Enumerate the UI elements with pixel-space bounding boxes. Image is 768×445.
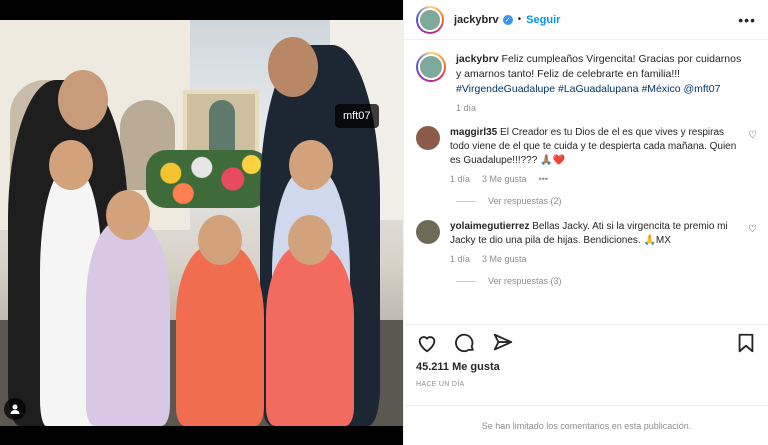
person-child xyxy=(266,215,354,426)
view-replies-label: Ver respuestas (3) xyxy=(488,276,562,286)
caption-time: 1 día xyxy=(456,103,477,113)
comment-time: 1 día xyxy=(450,174,471,184)
comments-limited-notice: Se han limitado los comentarios en esta … xyxy=(404,405,768,445)
heart-icon[interactable] xyxy=(416,332,438,354)
comment-avatar[interactable] xyxy=(416,126,440,150)
view-replies-button[interactable]: Ver respuestas (2) xyxy=(456,196,757,206)
likes-count[interactable]: 45.211 Me gusta xyxy=(416,361,500,373)
like-comment-icon[interactable]: ♡ xyxy=(748,224,757,235)
caption: jackybrv Feliz cumpleaños Virgencita! Gr… xyxy=(416,52,757,116)
author-username[interactable]: jackybrv xyxy=(454,14,499,26)
caption-hashtags[interactable]: #VirgendeGuadalupe #LaGuadalupana #Méxic… xyxy=(456,83,720,95)
verified-badge-icon: ✓ xyxy=(502,14,513,25)
comments-list[interactable]: jackybrv Feliz cumpleaños Virgencita! Gr… xyxy=(404,40,768,316)
post-side-panel: jackybrv ✓ • Seguir ••• jackybrv Feliz c… xyxy=(403,0,768,445)
comment-more-icon[interactable]: ••• xyxy=(539,172,548,186)
comment-item: yolaimegutierrez Bellas Jacky. Ati si la… xyxy=(416,220,757,266)
post-photo[interactable]: mft07 xyxy=(0,20,403,426)
user-icon xyxy=(10,404,20,414)
view-replies-button[interactable]: Ver respuestas (3) xyxy=(456,276,757,286)
more-options-icon[interactable]: ••• xyxy=(738,12,756,28)
photo-user-tag[interactable]: mft07 xyxy=(335,104,379,128)
separator-dot: • xyxy=(517,14,522,25)
view-replies-label: Ver respuestas (2) xyxy=(488,196,562,206)
follow-button[interactable]: Seguir xyxy=(526,14,560,26)
caption-avatar[interactable] xyxy=(416,52,446,82)
share-icon[interactable] xyxy=(492,332,514,354)
comment-likes[interactable]: 3 Me gusta xyxy=(482,172,527,186)
comment-likes[interactable]: 3 Me gusta xyxy=(482,252,527,266)
caption-text: Feliz cumpleaños Virgencita! Gracias por… xyxy=(456,53,742,80)
comment-username[interactable]: yolaimegutierrez xyxy=(450,221,529,232)
person-child xyxy=(176,215,264,426)
post-header: jackybrv ✓ • Seguir ••• xyxy=(404,0,768,40)
comment-avatar[interactable] xyxy=(416,220,440,244)
comment-time: 1 día xyxy=(450,254,471,264)
author-avatar[interactable] xyxy=(416,5,444,34)
comment-username[interactable]: maggirl35 xyxy=(450,127,497,138)
post-media: mft07 xyxy=(0,0,403,445)
caption-username[interactable]: jackybrv xyxy=(456,53,499,65)
post-timestamp: HACE UN DÍA xyxy=(416,381,465,388)
flower-arrangement xyxy=(146,150,270,208)
post-actions xyxy=(404,324,768,360)
comment-item: maggirl35 El Creador es tu Dios de el es… xyxy=(416,126,757,186)
bookmark-icon[interactable] xyxy=(735,332,757,354)
person-child xyxy=(86,190,170,426)
tagged-users-button[interactable] xyxy=(4,398,26,420)
comment-icon[interactable] xyxy=(454,332,476,354)
like-comment-icon[interactable]: ♡ xyxy=(748,130,757,141)
